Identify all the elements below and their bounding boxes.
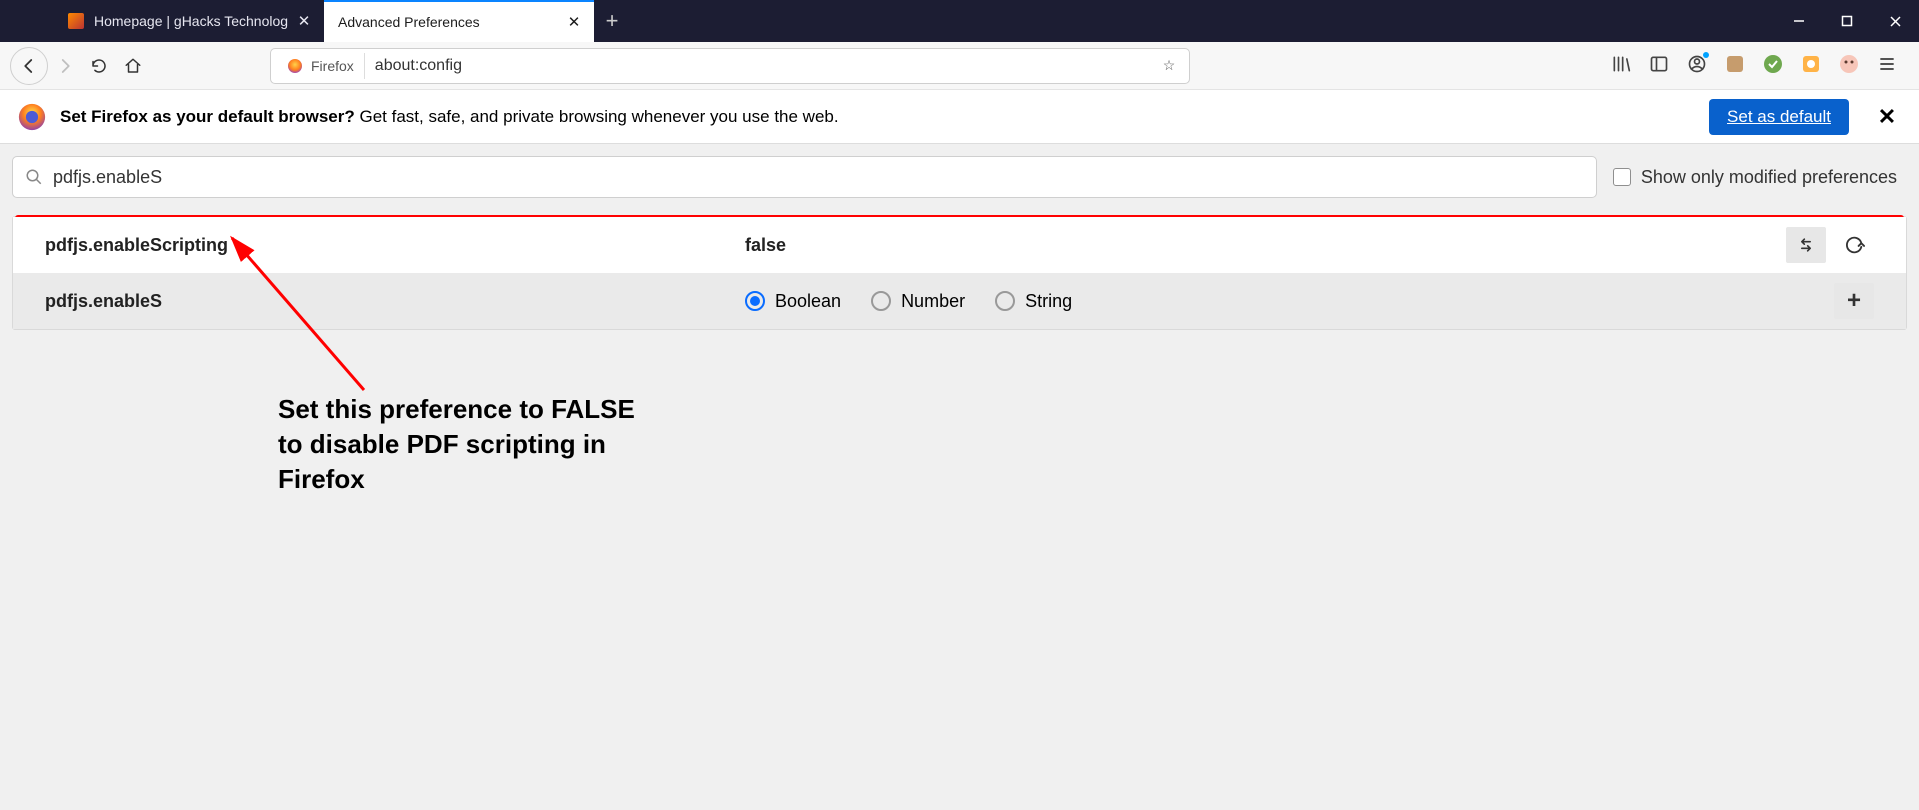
tabstrip: Homepage | gHacks Technolog ✕ Advanced P…: [54, 0, 630, 42]
window-controls: [1775, 0, 1919, 42]
toggle-pref-button[interactable]: [1786, 227, 1826, 263]
pref-name: pdfjs.enableScripting: [45, 235, 745, 256]
maximize-button[interactable]: [1823, 0, 1871, 42]
ghacks-favicon: [68, 13, 84, 29]
back-button[interactable]: [10, 47, 48, 85]
radio-icon: [995, 291, 1015, 311]
forward-button[interactable]: [48, 49, 82, 83]
toolbar-right-icons: [1611, 54, 1909, 77]
search-icon: [25, 168, 43, 186]
type-string[interactable]: String: [995, 291, 1072, 312]
reload-button[interactable]: [82, 49, 116, 83]
new-pref-name: pdfjs.enableS: [45, 291, 745, 312]
show-modified-toggle[interactable]: Show only modified preferences: [1613, 167, 1907, 188]
firefox-identity-icon: [287, 58, 303, 74]
home-button[interactable]: [116, 49, 150, 83]
default-browser-infobar: Set Firefox as your default browser? Get…: [0, 90, 1919, 144]
infobar-message: Set Firefox as your default browser? Get…: [60, 107, 839, 127]
tab-close-icon[interactable]: ✕: [294, 11, 314, 31]
bookmark-star-icon[interactable]: ☆: [1155, 57, 1183, 74]
annotation-text: Set this preference to FALSE to disable …: [278, 392, 798, 497]
radio-icon: [745, 291, 765, 311]
radio-icon: [871, 291, 891, 311]
new-tab-button[interactable]: +: [594, 0, 630, 42]
type-number[interactable]: Number: [871, 291, 965, 312]
reset-pref-button[interactable]: [1834, 227, 1874, 263]
tab-advanced-preferences[interactable]: Advanced Preferences ✕: [324, 0, 594, 42]
account-icon[interactable]: [1687, 54, 1707, 77]
window-titlebar: Homepage | gHacks Technolog ✕ Advanced P…: [0, 0, 1919, 42]
app-menu-button[interactable]: [1877, 54, 1897, 77]
tab-label: Homepage | gHacks Technolog: [94, 13, 294, 29]
pref-search-value: pdfjs.enableS: [43, 167, 1584, 188]
pref-search-input[interactable]: pdfjs.enableS: [12, 156, 1597, 198]
minimize-button[interactable]: [1775, 0, 1823, 42]
firefox-logo-icon: [18, 103, 46, 131]
extension-icon-1[interactable]: [1725, 54, 1745, 77]
type-boolean[interactable]: Boolean: [745, 291, 841, 312]
sidebar-icon[interactable]: [1649, 54, 1669, 77]
identity-box[interactable]: Firefox: [277, 53, 365, 79]
library-icon[interactable]: [1611, 54, 1631, 77]
extension-icon-4[interactable]: [1839, 54, 1859, 77]
tab-close-icon[interactable]: ✕: [564, 12, 584, 32]
show-modified-label: Show only modified preferences: [1641, 167, 1897, 188]
close-window-button[interactable]: [1871, 0, 1919, 42]
tab-ghacks[interactable]: Homepage | gHacks Technolog ✕: [54, 0, 324, 42]
add-pref-button[interactable]: +: [1834, 283, 1874, 319]
infobar-close-icon[interactable]: ✕: [1873, 104, 1901, 130]
aboutconfig-content: pdfjs.enableS Show only modified prefere…: [0, 144, 1919, 342]
url-bar[interactable]: Firefox about:config ☆: [270, 48, 1190, 84]
pref-value: false: [745, 235, 1786, 256]
tab-label: Advanced Preferences: [338, 14, 564, 30]
extension-icon-2[interactable]: [1763, 54, 1783, 77]
identity-label: Firefox: [311, 58, 354, 74]
annotation-arrow: [224, 230, 394, 400]
new-pref-type-group: Boolean Number String: [745, 291, 1834, 312]
address-text[interactable]: about:config: [365, 57, 1155, 75]
nav-toolbar: Firefox about:config ☆: [0, 42, 1919, 90]
set-default-button[interactable]: Set as default: [1709, 99, 1849, 135]
extension-icon-3[interactable]: [1801, 54, 1821, 77]
checkbox-icon[interactable]: [1613, 168, 1631, 186]
